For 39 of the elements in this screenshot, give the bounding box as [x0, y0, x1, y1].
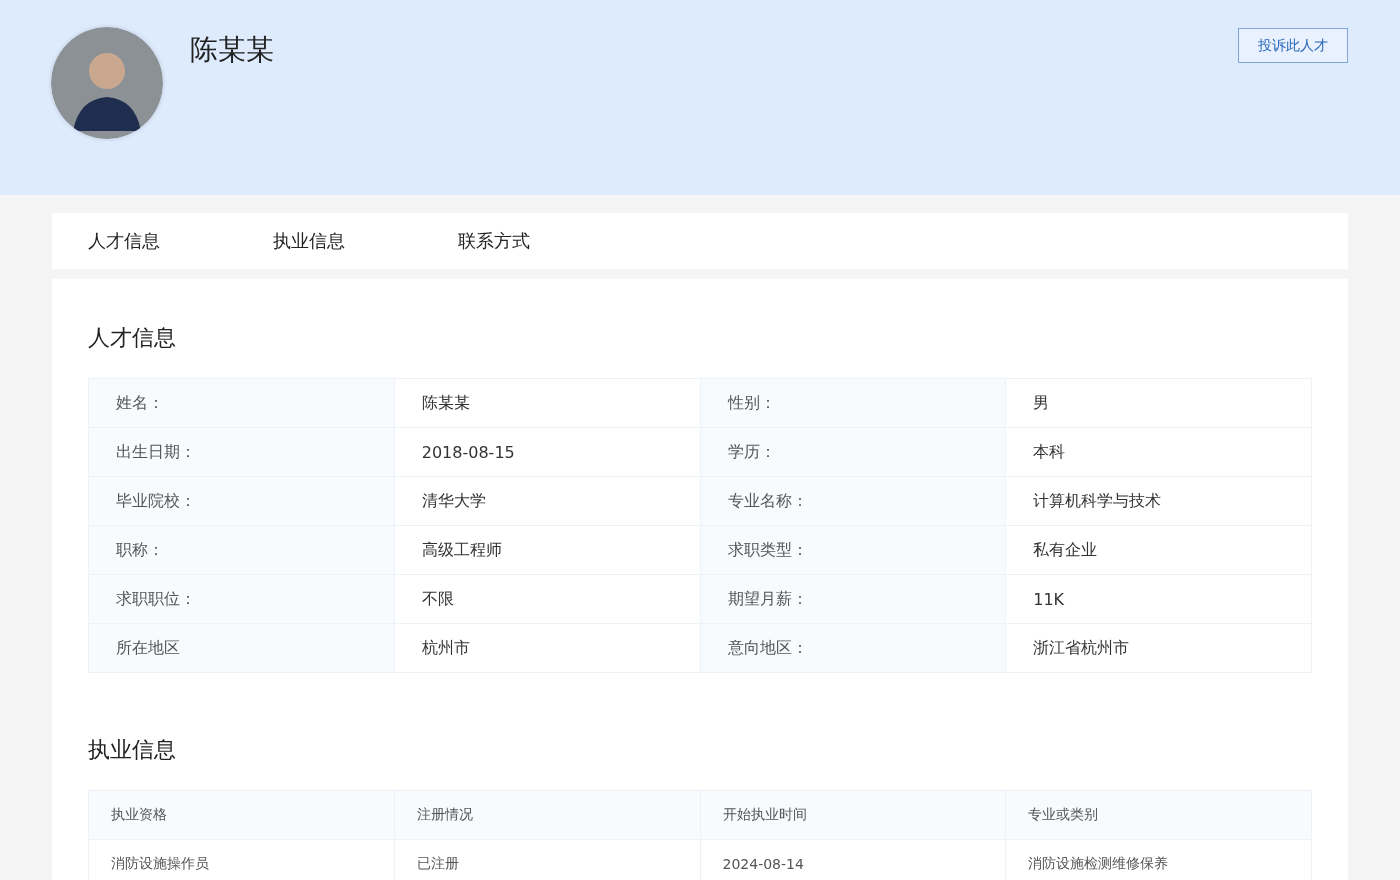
- label-cell: 职称：: [89, 526, 395, 575]
- label-cell: 期望月薪：: [700, 575, 1007, 624]
- value-cell: 2018-08-15: [394, 428, 701, 477]
- label-cell: 求职类型：: [700, 526, 1007, 575]
- table-cell: 已注册: [394, 840, 701, 880]
- value-cell: 不限: [394, 575, 701, 624]
- value-cell: 11K: [1006, 575, 1312, 624]
- column-header: 专业或类别: [1006, 791, 1312, 840]
- column-header: 执业资格: [89, 791, 395, 840]
- section-title: 执业信息: [88, 736, 177, 764]
- value-cell: 陈某某: [394, 379, 701, 428]
- column-header: 开始执业时间: [700, 791, 1007, 840]
- value-cell: 浙江省杭州市: [1006, 624, 1312, 673]
- value-cell: 计算机科学与技术: [1006, 477, 1312, 526]
- label-cell: 姓名：: [89, 379, 395, 428]
- value-cell: 清华大学: [394, 477, 701, 526]
- label-cell: 学历：: [700, 428, 1007, 477]
- person-name: 陈某某: [190, 32, 275, 68]
- table-cell: 消防设施操作员: [89, 840, 395, 880]
- table-cell: 消防设施检测维修保养: [1006, 840, 1312, 880]
- value-cell: 本科: [1006, 428, 1312, 477]
- tab[interactable]: 联系方式: [458, 229, 643, 253]
- label-cell: 专业名称：: [700, 477, 1007, 526]
- column-header: 注册情况: [394, 791, 701, 840]
- table-cell: 2024-08-14: [700, 840, 1007, 880]
- tab[interactable]: 人才信息: [88, 229, 273, 253]
- value-cell: 杭州市: [394, 624, 701, 673]
- section-title: 人才信息: [88, 324, 177, 352]
- label-cell: 意向地区：: [700, 624, 1007, 673]
- value-cell: 私有企业: [1006, 526, 1312, 575]
- label-cell: 出生日期：: [89, 428, 395, 477]
- report-button[interactable]: 投诉此人才: [1238, 28, 1348, 63]
- label-cell: 毕业院校：: [89, 477, 395, 526]
- value-cell: 高级工程师: [394, 526, 701, 575]
- label-cell: 所在地区: [89, 624, 395, 673]
- label-cell: 性别：: [700, 379, 1007, 428]
- tab[interactable]: 执业信息: [273, 229, 458, 253]
- value-cell: 男: [1006, 379, 1312, 428]
- label-cell: 求职职位：: [89, 575, 395, 624]
